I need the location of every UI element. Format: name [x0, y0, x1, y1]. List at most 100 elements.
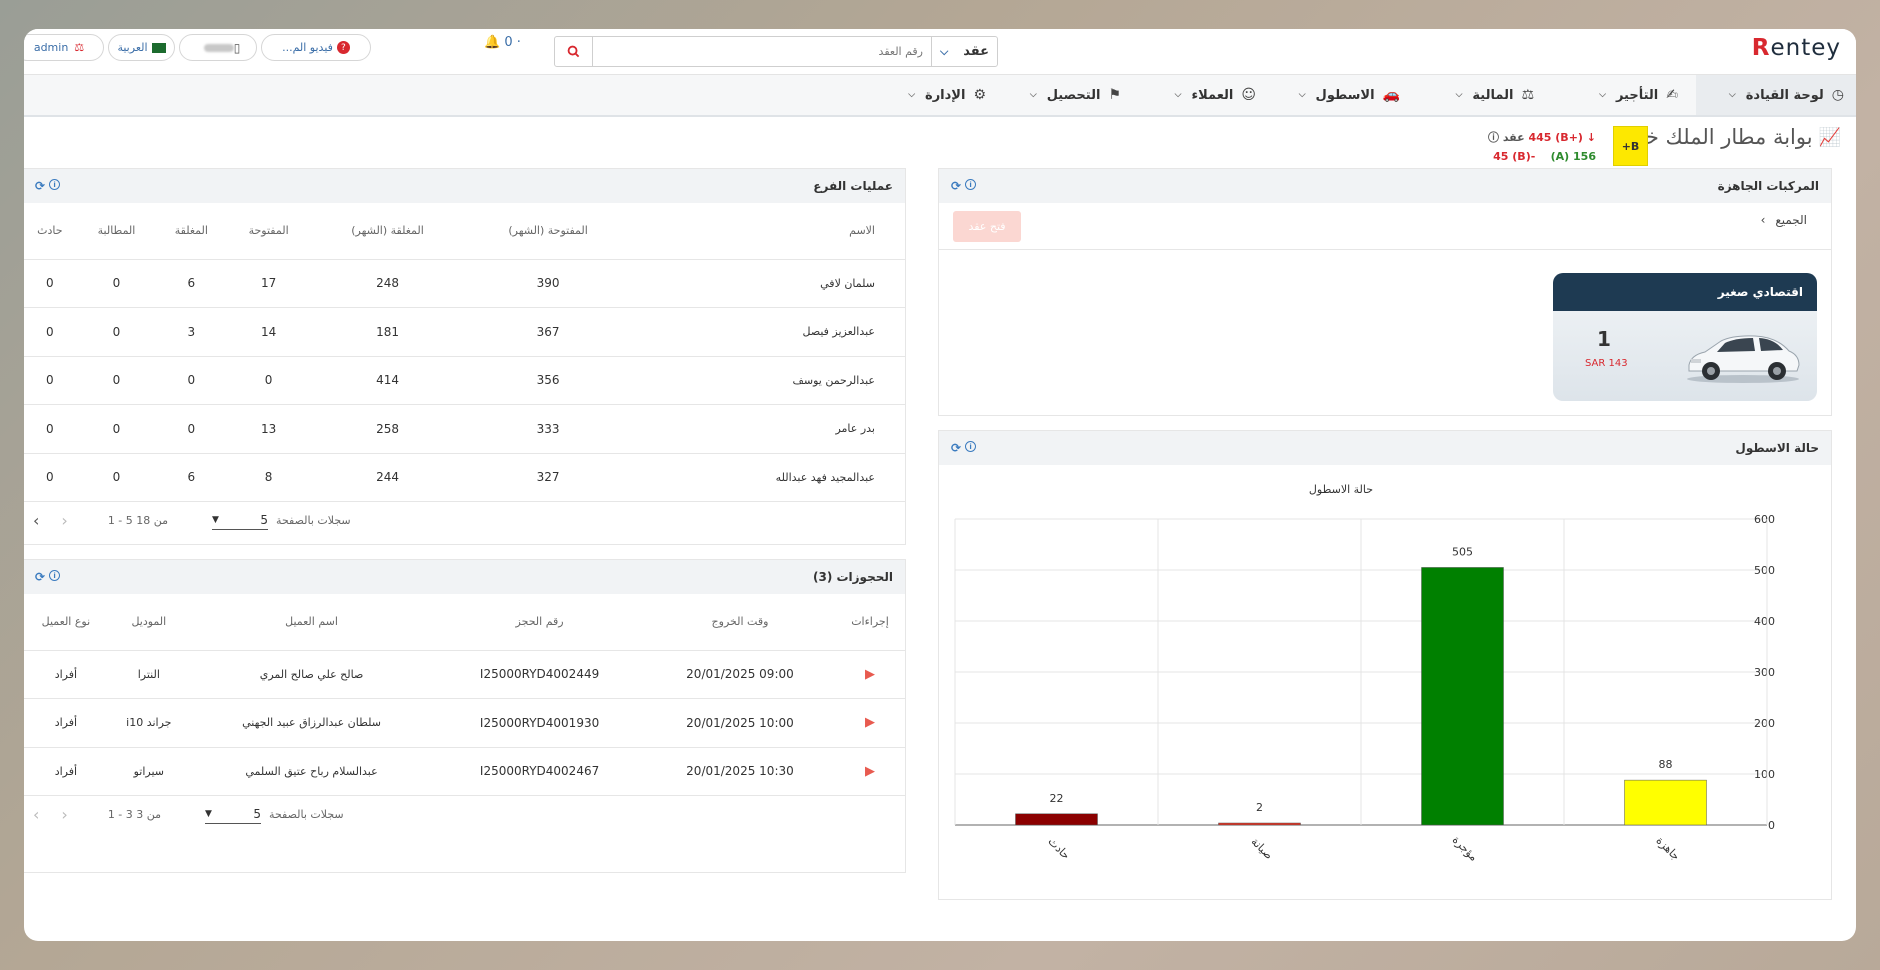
cell: 13 [226, 404, 311, 454]
cell: 3 [156, 307, 227, 357]
vehicle-category-card[interactable]: اقتصادي صغير 1 SAR 143 [1553, 273, 1817, 401]
bar-value-label: 22 [1050, 792, 1064, 805]
caret-down-icon: ▼ [212, 514, 219, 525]
user-menu[interactable]: ⚖ admin [24, 34, 104, 61]
search-input[interactable] [593, 37, 931, 66]
nav-collection[interactable]: ⚑ التحصيل ⌵ [1030, 75, 1121, 115]
mobile-icon: ▯ [233, 40, 241, 55]
booking-link[interactable]: I25000RYD4001930 [434, 698, 645, 748]
cell: 0 [76, 259, 157, 308]
user-icon: ⚖ [74, 41, 85, 54]
refresh-icon[interactable]: ⟳ [951, 179, 961, 193]
video-label: فيديو الم... [282, 41, 333, 54]
search-button[interactable] [555, 37, 593, 66]
col-customer-name[interactable]: اسم العميل [188, 594, 435, 651]
language-label: العربية [117, 41, 148, 54]
info-icon[interactable]: ⓘ [1488, 131, 1499, 144]
grade-badge: B+ [1613, 126, 1648, 166]
per-page-select[interactable]: ▼ 5 [212, 510, 269, 530]
col-model[interactable]: الموديل [108, 594, 189, 651]
play-icon[interactable]: ▶ [865, 715, 875, 730]
cell: 0 [24, 259, 77, 308]
refresh-icon[interactable]: ⟳ [35, 570, 45, 584]
cell: 244 [310, 453, 465, 502]
nav-customers[interactable]: ☺ العملاء ⌵ [1175, 75, 1256, 115]
cell: 414 [310, 356, 465, 405]
cell: 0 [76, 404, 157, 454]
x-tick-label: صيانة [1249, 835, 1276, 862]
cell: 0 [76, 307, 157, 357]
chevron-left-icon[interactable]: ‹ [33, 805, 39, 824]
breadcrumb-all[interactable]: الجميع [1775, 213, 1807, 227]
col-name[interactable]: الاسم [631, 203, 905, 260]
bar[interactable] [1624, 779, 1707, 826]
nav-admin[interactable]: ⚙ الإدارة ⌵ [908, 75, 986, 115]
refresh-icon[interactable]: ⟳ [951, 441, 961, 455]
cell: 327 [464, 453, 632, 502]
col-accident[interactable]: حادث [24, 203, 77, 260]
search-type-select[interactable]: عقد ⌵ [931, 37, 997, 66]
col-booking-no[interactable]: رقم الحجز [434, 594, 645, 651]
chevron-right-icon[interactable]: › [61, 805, 67, 824]
table-header-row: إجراءات وقت الخروج رقم الحجز اسم العميل … [24, 594, 905, 651]
panel-title: عمليات الفرع [813, 179, 893, 193]
cell: 6 [156, 453, 227, 502]
bar[interactable] [1015, 813, 1098, 826]
bar[interactable] [1218, 822, 1301, 826]
per-page-select[interactable]: ▼ 5 [205, 804, 262, 824]
cell: 10:00 20/01/2025 [644, 698, 835, 748]
stat-b: -45 (B) [1493, 150, 1536, 163]
bar-value-label: 2 [1256, 801, 1263, 814]
search-type-label: عقد [963, 44, 989, 59]
breadcrumb[interactable]: الجميع › [1761, 213, 1807, 227]
nav-fleet[interactable]: 🚗 الاسطول ⌵ [1299, 75, 1400, 115]
cell: 333 [464, 404, 632, 454]
booking-link[interactable]: I25000RYD4002467 [434, 747, 645, 796]
info-icon[interactable]: i [49, 570, 61, 581]
play-icon[interactable]: ▶ [865, 667, 875, 682]
notifications-button[interactable]: 🔔 0 · [484, 35, 521, 50]
y-tick-label: 500 [1754, 564, 1775, 577]
col-open-month[interactable]: المفتوحة (الشهر) [464, 203, 632, 260]
info-icon[interactable]: i [965, 179, 977, 190]
nav-dashboard[interactable]: ◷ لوحة القيادة ⌵ [1696, 75, 1856, 115]
col-claims[interactable]: المطالبة [76, 203, 157, 260]
nav-label: الإدارة [925, 87, 966, 103]
stat-b-plus: (+B) 445 [1528, 131, 1583, 144]
col-exit-time[interactable]: وقت الخروج [644, 594, 835, 651]
contract-stats: ↓ (+B) 445 عقد ⓘ 156 (A) -45 (B) [1488, 128, 1596, 166]
info-icon[interactable]: i [965, 441, 977, 452]
cell: أفراد [24, 650, 109, 699]
language-button[interactable]: العربية [108, 34, 175, 61]
help-icon: ? [336, 41, 350, 54]
page-title: 📈 بوابة مطار الملك خالد [1622, 125, 1841, 149]
bar-value-label: 88 [1659, 758, 1673, 771]
play-icon[interactable]: ▶ [865, 764, 875, 779]
chevron-down-icon: ⌵ [908, 90, 916, 100]
col-closed-month[interactable]: المغلقة (الشهر) [310, 203, 465, 260]
panel-actions: ⟳ i [35, 179, 61, 193]
contract-search: عقد ⌵ [554, 36, 998, 67]
cell: صالح علي صالح المري [188, 650, 435, 699]
info-icon[interactable]: i [49, 179, 61, 190]
pagination: ‹ › 1 - 5 من 18 ▼ 5 سجلات بالصفحة [24, 502, 905, 538]
cell: عبدالسلام رباح عتيق السلمي [188, 747, 435, 796]
bar[interactable] [1421, 567, 1504, 826]
chevron-left-icon[interactable]: ‹ [33, 511, 39, 530]
booking-link[interactable]: I25000RYD4002449 [434, 650, 645, 699]
cell: 356 [464, 356, 632, 405]
chevron-down-icon: ⌵ [1455, 90, 1463, 100]
col-customer-type[interactable]: نوع العميل [24, 594, 109, 651]
refresh-icon[interactable]: ⟳ [35, 179, 45, 193]
video-help-button[interactable]: ? فيديو الم... [261, 34, 371, 61]
nav-finance[interactable]: ⚖ المالية ⌵ [1456, 75, 1534, 115]
nav-rental[interactable]: ✍ التأجير ⌵ [1599, 75, 1678, 115]
device-button[interactable]: ▯ [179, 34, 257, 61]
chevron-right-icon[interactable]: › [61, 511, 67, 530]
rentey-logo[interactable]: Rentey [1752, 35, 1841, 61]
app-window: Rentey عقد ⌵ 🔔 0 · ? فيديو الم... ▯ العر… [24, 29, 1856, 941]
cell: سيراتو [108, 747, 189, 796]
col-open[interactable]: المفتوحة [226, 203, 311, 260]
open-contract-button[interactable]: فتح عقد [953, 211, 1021, 242]
col-closed[interactable]: المغلقة [156, 203, 227, 260]
